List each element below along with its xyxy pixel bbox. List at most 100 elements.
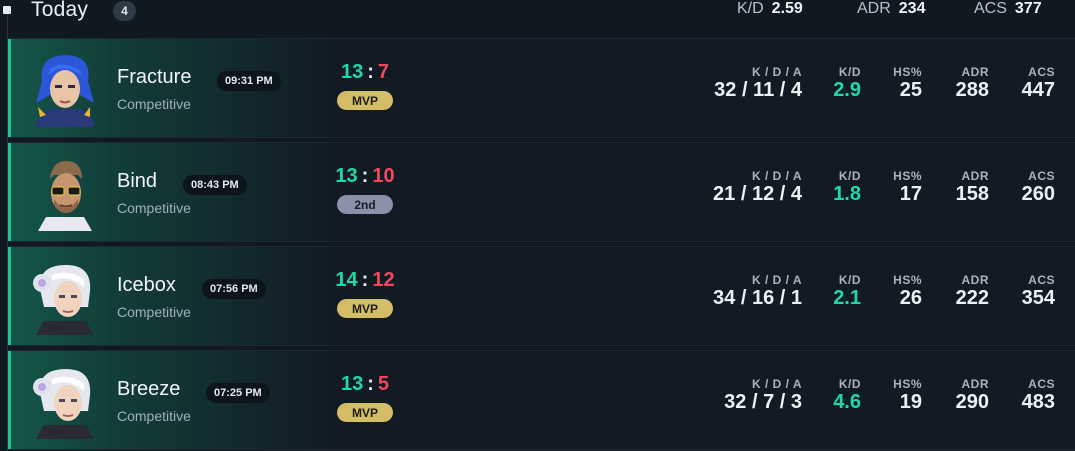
game-mode: Competitive: [117, 96, 191, 112]
stat-adr-value: 222: [955, 287, 989, 309]
stat-hs-label: HS%: [893, 65, 922, 79]
match-row-fracture[interactable]: Fracture 09:31 PM Competitive 13:7 MVP K…: [8, 38, 1075, 138]
stat-adr: ADR 288: [948, 65, 989, 102]
day-title: Today: [31, 0, 89, 21]
placement-badge: MVP: [337, 403, 393, 422]
stat-hs: HS% 17: [883, 169, 922, 206]
stat-adr-value: 290: [955, 391, 989, 413]
stat-acs-value: 447: [1021, 79, 1055, 101]
match-accent-bar: [8, 143, 11, 241]
stat-kd-label: K/D: [838, 273, 861, 287]
map-name: Breeze: [117, 378, 181, 400]
match-row-bind[interactable]: Bind 08:43 PM Competitive 13:10 2nd K / …: [8, 142, 1075, 242]
score-separator: :: [361, 165, 369, 187]
stat-kda-value: 32 / 11 / 4: [714, 79, 802, 101]
placement-badge: 2nd: [337, 195, 393, 214]
score-lost: 10: [372, 165, 395, 187]
score-won: 14: [335, 269, 358, 291]
stat-hs: HS% 25: [883, 65, 922, 102]
stat-kda-value: 21 / 12 / 4: [713, 183, 802, 205]
stat-kda-label: K / D / A: [751, 169, 802, 183]
stat-acs-value: 354: [1021, 287, 1055, 309]
match-row-breeze[interactable]: Breeze 07:25 PM Competitive 13:5 MVP K /…: [8, 350, 1075, 450]
stat-kd: K/D 4.6: [828, 377, 861, 414]
match-score: 13:10: [308, 165, 422, 188]
match-count-badge: 4: [113, 1, 136, 21]
stat-adr: ADR 158: [948, 169, 989, 206]
summary-kd-value: 2.59: [771, 0, 803, 17]
stat-hs-label: HS%: [893, 377, 922, 391]
summary-acs: ACS 377: [974, 0, 1042, 18]
stat-kda: K / D / A 32 / 11 / 4: [694, 65, 802, 102]
agent-portrait-glasses-icon: [38, 161, 92, 231]
stat-kd: K/D 2.1: [828, 273, 861, 310]
placement-badge: MVP: [337, 91, 393, 110]
stat-acs: ACS 483: [1013, 377, 1055, 414]
summary-acs-label: ACS: [974, 0, 1007, 17]
stat-adr-label: ADR: [961, 377, 989, 391]
stat-hs-value: 17: [899, 183, 922, 205]
match-score: 14:12: [308, 269, 422, 292]
stat-kd-value: 4.6: [833, 391, 861, 413]
stat-kd-value: 2.9: [833, 79, 861, 101]
score-separator: :: [367, 373, 374, 395]
stat-acs-label: ACS: [1028, 377, 1055, 391]
score-lost: 12: [372, 269, 395, 291]
stat-kda-value: 32 / 7 / 3: [724, 391, 802, 413]
score-lost: 5: [377, 373, 390, 395]
match-accent-bar: [8, 247, 11, 345]
match-time: 07:25 PM: [206, 383, 270, 403]
stat-acs-value: 260: [1021, 183, 1055, 205]
stat-adr-value: 158: [955, 183, 989, 205]
stat-hs-label: HS%: [893, 169, 922, 183]
stat-adr-label: ADR: [961, 65, 989, 79]
stat-kda-label: K / D / A: [751, 377, 802, 391]
map-name: Bind: [117, 170, 158, 192]
stat-adr: ADR 222: [948, 273, 989, 310]
summary-acs-value: 377: [1014, 0, 1042, 17]
stat-kda-value: 34 / 16 / 1: [713, 287, 802, 309]
stat-kd-value: 1.8: [833, 183, 861, 205]
stat-adr-value: 288: [955, 79, 989, 101]
stat-hs-label: HS%: [893, 273, 922, 287]
summary-adr-value: 234: [898, 0, 926, 17]
stat-kda: K / D / A 34 / 16 / 1: [694, 273, 802, 310]
agent-portrait-blue-hair-icon: [36, 55, 94, 127]
summary-kd: K/D 2.59: [737, 0, 803, 18]
stat-hs: HS% 19: [883, 377, 922, 414]
stat-hs-value: 25: [899, 79, 922, 101]
match-time: 08:43 PM: [183, 175, 247, 195]
stat-adr-label: ADR: [961, 273, 989, 287]
agent-portrait-white-hair-icon: [33, 265, 94, 335]
stat-kd: K/D 2.9: [828, 65, 861, 102]
stat-kd-label: K/D: [838, 377, 861, 391]
stat-acs-label: ACS: [1028, 169, 1055, 183]
match-accent-bar: [8, 39, 11, 137]
day-header: Today 4 K/D 2.59 ADR 234 ACS 377: [0, 0, 1075, 36]
stat-adr-label: ADR: [961, 169, 989, 183]
match-time: 09:31 PM: [217, 71, 281, 91]
stat-hs: HS% 26: [883, 273, 922, 310]
stat-acs-label: ACS: [1028, 273, 1055, 287]
stat-acs-value: 483: [1021, 391, 1055, 413]
match-score: 13:5: [308, 373, 422, 396]
game-mode: Competitive: [117, 304, 191, 320]
stat-kd-label: K/D: [838, 65, 861, 79]
match-time: 07:56 PM: [202, 279, 266, 299]
stat-kd-value: 2.1: [833, 287, 861, 309]
placement-badge: MVP: [337, 299, 393, 318]
score-won: 13: [335, 165, 358, 187]
stat-kd-label: K/D: [838, 169, 861, 183]
score-separator: :: [361, 269, 369, 291]
score-lost: 7: [377, 61, 390, 83]
stat-kd: K/D 1.8: [828, 169, 861, 206]
map-name: Fracture: [117, 66, 192, 88]
summary-kd-label: K/D: [737, 0, 764, 17]
stat-acs: ACS 354: [1013, 273, 1055, 310]
match-row-icebox[interactable]: Icebox 07:56 PM Competitive 14:12 MVP K …: [8, 246, 1075, 346]
stat-adr: ADR 290: [948, 377, 989, 414]
stat-kda: K / D / A 32 / 7 / 3: [694, 377, 802, 414]
score-separator: :: [367, 61, 374, 83]
summary-adr-label: ADR: [857, 0, 891, 17]
stat-hs-value: 26: [899, 287, 922, 309]
